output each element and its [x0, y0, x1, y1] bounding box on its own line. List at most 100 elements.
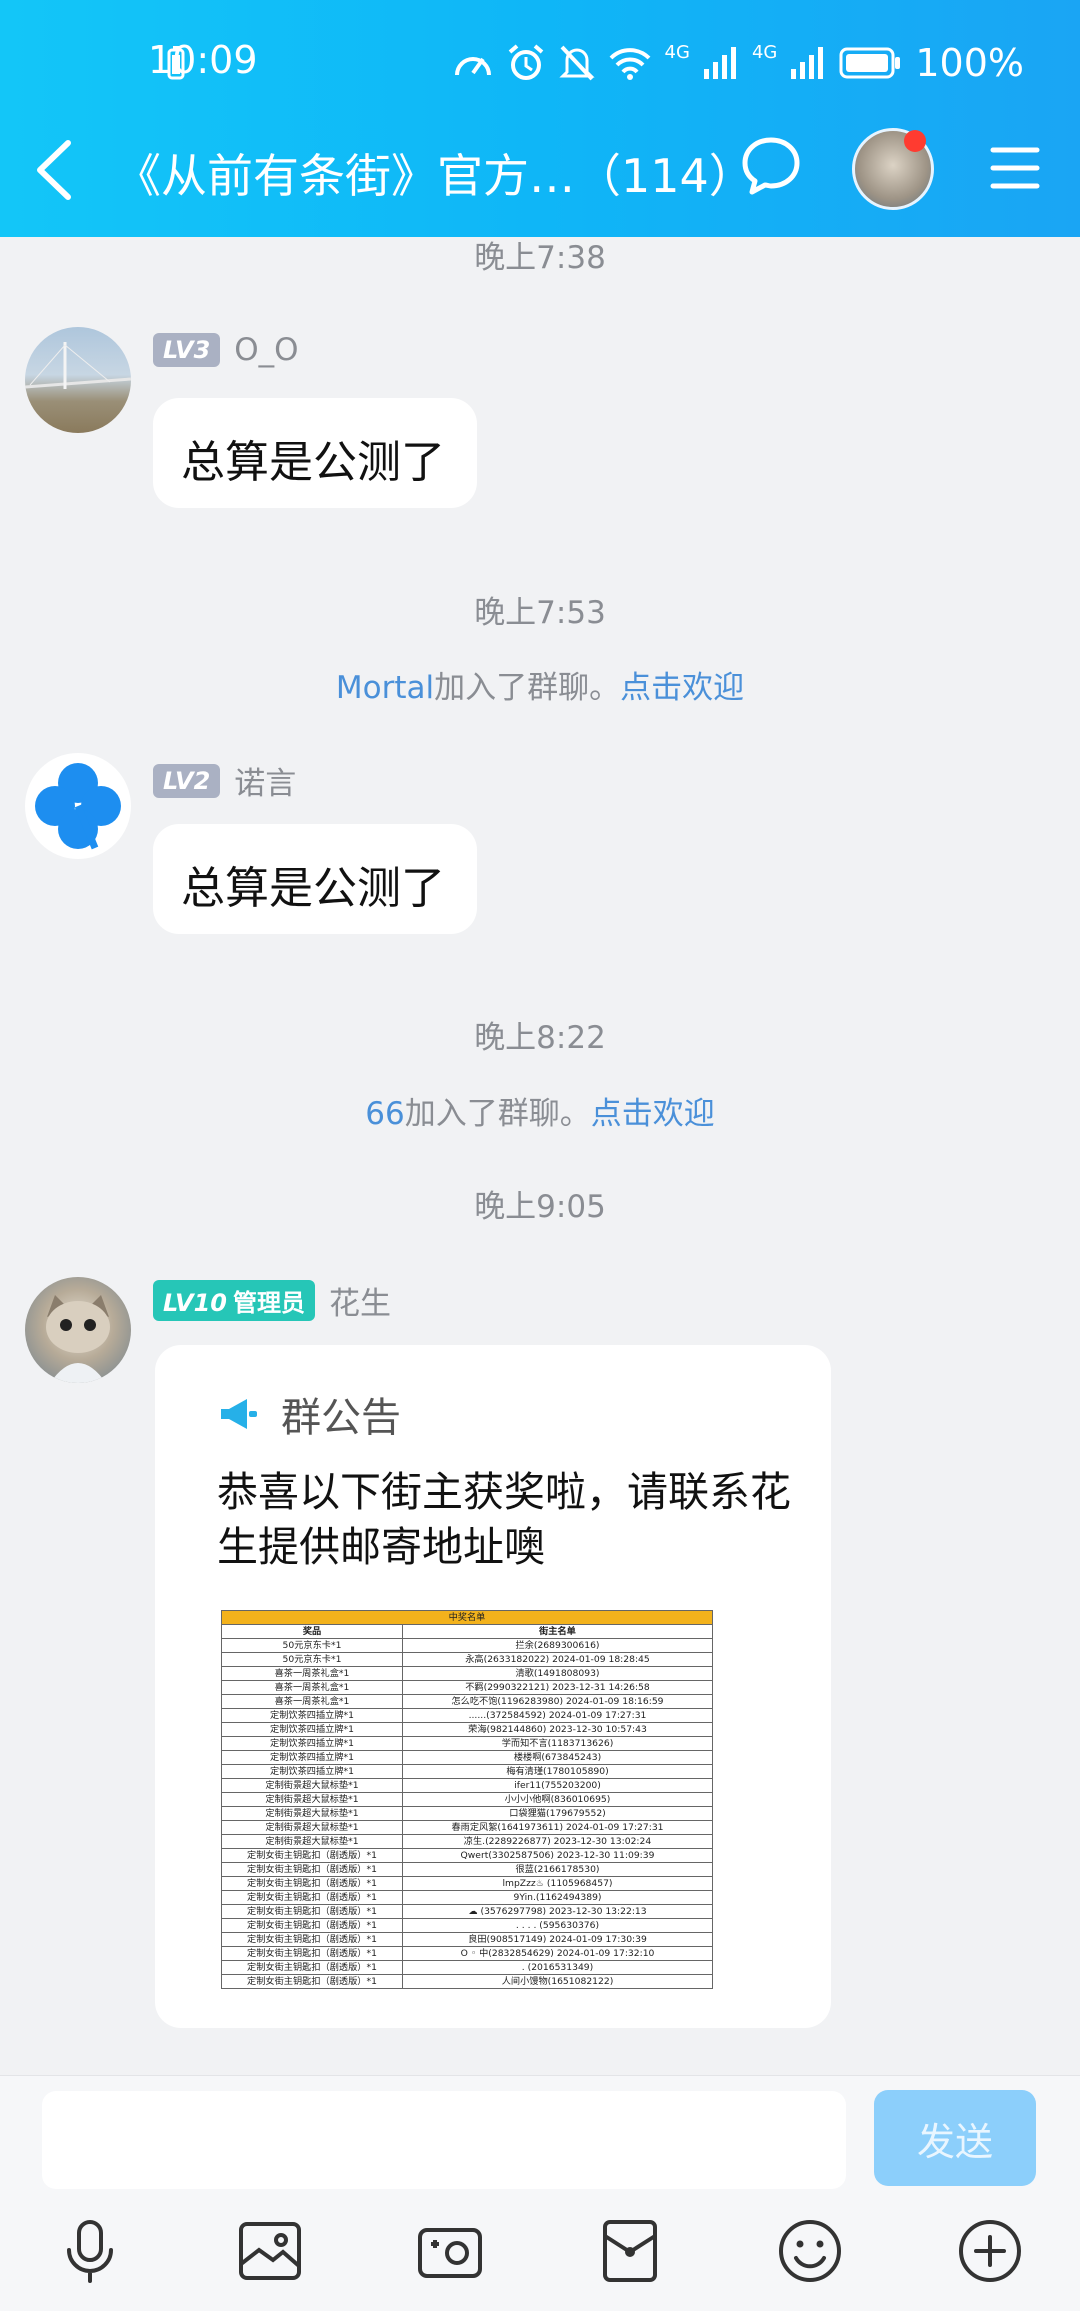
camera-icon[interactable]	[415, 2216, 485, 2286]
table-cell: 喜茶一周茶礼盒*1	[221, 1694, 403, 1709]
table-row: 定制饮茶四插立牌*1 梅有清瑾(1780105890)	[221, 1764, 713, 1779]
cat-avatar	[46, 1295, 110, 1383]
welcome-link[interactable]: 点击欢迎	[620, 670, 744, 706]
table-cell: 凉生.(2289226877) 2023-12-30 13:02:24	[402, 1834, 713, 1849]
avatar[interactable]	[25, 327, 131, 433]
role-text: 管理员	[232, 1289, 305, 1317]
plus-icon[interactable]	[955, 2216, 1025, 2286]
status-indicators: 4G 4G 100%	[167, 38, 1024, 88]
prize-list-image[interactable]: 中奖名单 奖品 街主名单 50元京东卡*1 拦余(2689300616) 50元京东卡…	[221, 1610, 713, 1989]
input-bar: 发送	[0, 2075, 1080, 2311]
message-bubble[interactable]: 总算是公测了	[153, 824, 477, 934]
table-row: 定制女街主钥匙扣（剧透版）*1 很蓝(2166178530)	[221, 1862, 713, 1877]
signal-icon-2	[791, 47, 824, 79]
table-cell: 清歌(1491808093)	[402, 1666, 713, 1681]
table-cell: 定制女街主钥匙扣（剧透版）*1	[221, 1946, 403, 1961]
back-arrow-icon[interactable]	[28, 135, 78, 205]
sender-name[interactable]: O_O	[234, 332, 298, 368]
table-row: 喜茶一周茶礼盒*1 清歌(1491808093)	[221, 1666, 713, 1681]
table-row: 50元京东卡*1 拦余(2689300616)	[221, 1638, 713, 1653]
table-cell: Qwert(3302587506) 2023-12-30 11:09:39	[402, 1848, 713, 1863]
table-cell: 春雨定风絮(1641973611) 2024-01-09 17:27:31	[402, 1820, 713, 1835]
table-cell: 定制女街主钥匙扣（剧透版）*1	[221, 1904, 403, 1919]
level-badge: LV2	[153, 763, 221, 798]
network-4g-label: 4G	[664, 42, 690, 63]
table-cell: 定制街景超大鼠标垫*1	[221, 1792, 403, 1807]
table-cell: 学而知不言(1183713626)	[402, 1736, 713, 1751]
table-row: 定制女街主钥匙扣（剧透版）*1 9Yin.(1162494389)	[221, 1890, 713, 1905]
table-cell: 定制女街主钥匙扣（剧透版）*1	[221, 1876, 403, 1891]
system-message: Mortal加入了群聊。点击欢迎	[0, 662, 1080, 707]
table-cell: 定制饮茶四插立牌*1	[221, 1708, 403, 1723]
table-cell: 荣海(982144860) 2023-12-30 10:57:43	[402, 1722, 713, 1737]
table-cell: 良田(908517149) 2024-01-09 17:30:39	[402, 1932, 713, 1947]
table-row: 定制女街主钥匙扣（剧透版）*1. . . . (595630376)	[221, 1918, 713, 1933]
system-text: 加入了群聊。	[404, 1096, 591, 1132]
table-row: 喜茶一周茶礼盒*1 怎么吃不饱(1196283980) 2024-01-09 18…	[221, 1694, 713, 1709]
chat-bubble-icon[interactable]	[740, 135, 802, 197]
message-bubble[interactable]: 总算是公测了	[153, 398, 477, 508]
sender-meta: LV3 O_O	[153, 332, 299, 368]
welcome-link[interactable]: 点击欢迎	[591, 1096, 715, 1132]
table-row: 定制街景超大鼠标垫*1 小小小他啊(836010695)	[221, 1792, 713, 1807]
sender-name[interactable]: 花生	[329, 1278, 391, 1323]
table-cell: 定制女街主钥匙扣（剧透版）*1	[221, 1932, 403, 1947]
time-divider: 晚上9:05	[474, 1189, 606, 1225]
time-divider: 晚上8:22	[474, 1020, 606, 1056]
table-cell: 定制饮茶四插立牌*1	[221, 1764, 403, 1779]
mute-icon	[558, 45, 595, 81]
notification-dot	[904, 130, 926, 152]
notice-header: 群公告	[219, 1385, 401, 1443]
menu-icon[interactable]	[990, 145, 1040, 191]
red-packet-icon[interactable]	[595, 2216, 665, 2286]
table-row: 定制女街主钥匙扣（剧透版）*1 Qwert(3302587506) 2023-12…	[221, 1848, 713, 1863]
battery-percent: 100%	[915, 41, 1024, 85]
table-cell: . . . . (595630376)	[402, 1918, 713, 1933]
send-button[interactable]: 发送	[874, 2090, 1036, 2186]
table-row: 定制街景超大鼠标垫*1 口袋狸猫(179679552)	[221, 1806, 713, 1821]
system-message: 66加入了群聊。点击欢迎	[0, 1088, 1080, 1133]
table-row: 定制饮茶四插立牌*1 ......(372584592) 2024-01-09 1…	[221, 1708, 713, 1723]
table-cell: 定制街景超大鼠标垫*1	[221, 1834, 403, 1849]
image-icon[interactable]	[235, 2216, 305, 2286]
bridge-photo	[25, 342, 131, 389]
battery-saver-icon	[167, 46, 185, 80]
joined-user-link[interactable]: 66	[365, 1096, 404, 1132]
table-cell: 梅有清瑾(1780105890)	[402, 1764, 713, 1779]
wifi-icon	[609, 48, 650, 80]
table-cell: 9Yin.(1162494389)	[402, 1890, 713, 1905]
joined-user-link[interactable]: Mortal	[336, 670, 434, 706]
table-row: 定制女街主钥匙扣（剧透版）*1 lmpZzz♨ (1105968457)	[221, 1876, 713, 1891]
time-divider: 晚上7:53	[474, 595, 606, 631]
table-cell: . (2016531349)	[402, 1960, 713, 1975]
table-cell: 定制女街主钥匙扣（剧透版）*1	[221, 1848, 403, 1863]
table-caption: 中奖名单	[221, 1610, 713, 1625]
clover-avatar	[35, 763, 121, 850]
group-notice-card[interactable]: 群公告 恭喜以下街主获奖啦，请联系花生提供邮寄地址噢 中奖名单 奖品 街主名单 5…	[155, 1345, 831, 2028]
table-row: 定制女街主钥匙扣（剧透版）*1 人间小馒物(1651082122)	[221, 1974, 713, 1989]
table-cell: ifer11(755203200)	[402, 1778, 713, 1793]
message-input[interactable]	[42, 2091, 846, 2189]
system-text: 加入了群聊。	[434, 670, 621, 706]
network-4g-label-2: 4G	[751, 42, 778, 63]
table-cell: 定制女街主钥匙扣（剧透版）*1	[221, 1862, 403, 1877]
microphone-icon[interactable]	[55, 2216, 125, 2286]
sender-name[interactable]: 诺言	[234, 758, 296, 803]
table-cell: 定制饮茶四插立牌*1	[221, 1736, 403, 1751]
emoji-icon[interactable]	[775, 2216, 845, 2286]
level-text: LV10	[163, 1289, 227, 1317]
table-header: 街主名单	[402, 1624, 713, 1639]
table-row: 定制街景超大鼠标垫*1 凉生.(2289226877) 2023-12-30 13…	[221, 1834, 713, 1849]
avatar[interactable]	[25, 753, 131, 859]
table-row: 定制饮茶四插立牌*1 学而知不言(1183713626)	[221, 1736, 713, 1751]
table-row: 定制女街主钥匙扣（剧透版）*1. (2016531349)	[221, 1960, 713, 1975]
avatar[interactable]	[25, 1277, 131, 1383]
table-cell: 定制女街主钥匙扣（剧透版）*1	[221, 1960, 403, 1975]
table-cell: 定制饮茶四插立牌*1	[221, 1750, 403, 1765]
level-badge: LV3	[153, 333, 221, 367]
table-row: 定制街景超大鼠标垫*1 ifer11(755203200)	[221, 1778, 713, 1793]
table-cell: 拦余(2689300616)	[402, 1638, 713, 1653]
chat-title[interactable]: 《从前有条街》官方…（114）	[115, 140, 755, 206]
table-row: 50元京东卡*1 永高(2633182022) 2024-01-09 18:28:…	[221, 1652, 713, 1667]
time-divider: 晚上7:38	[474, 240, 606, 276]
